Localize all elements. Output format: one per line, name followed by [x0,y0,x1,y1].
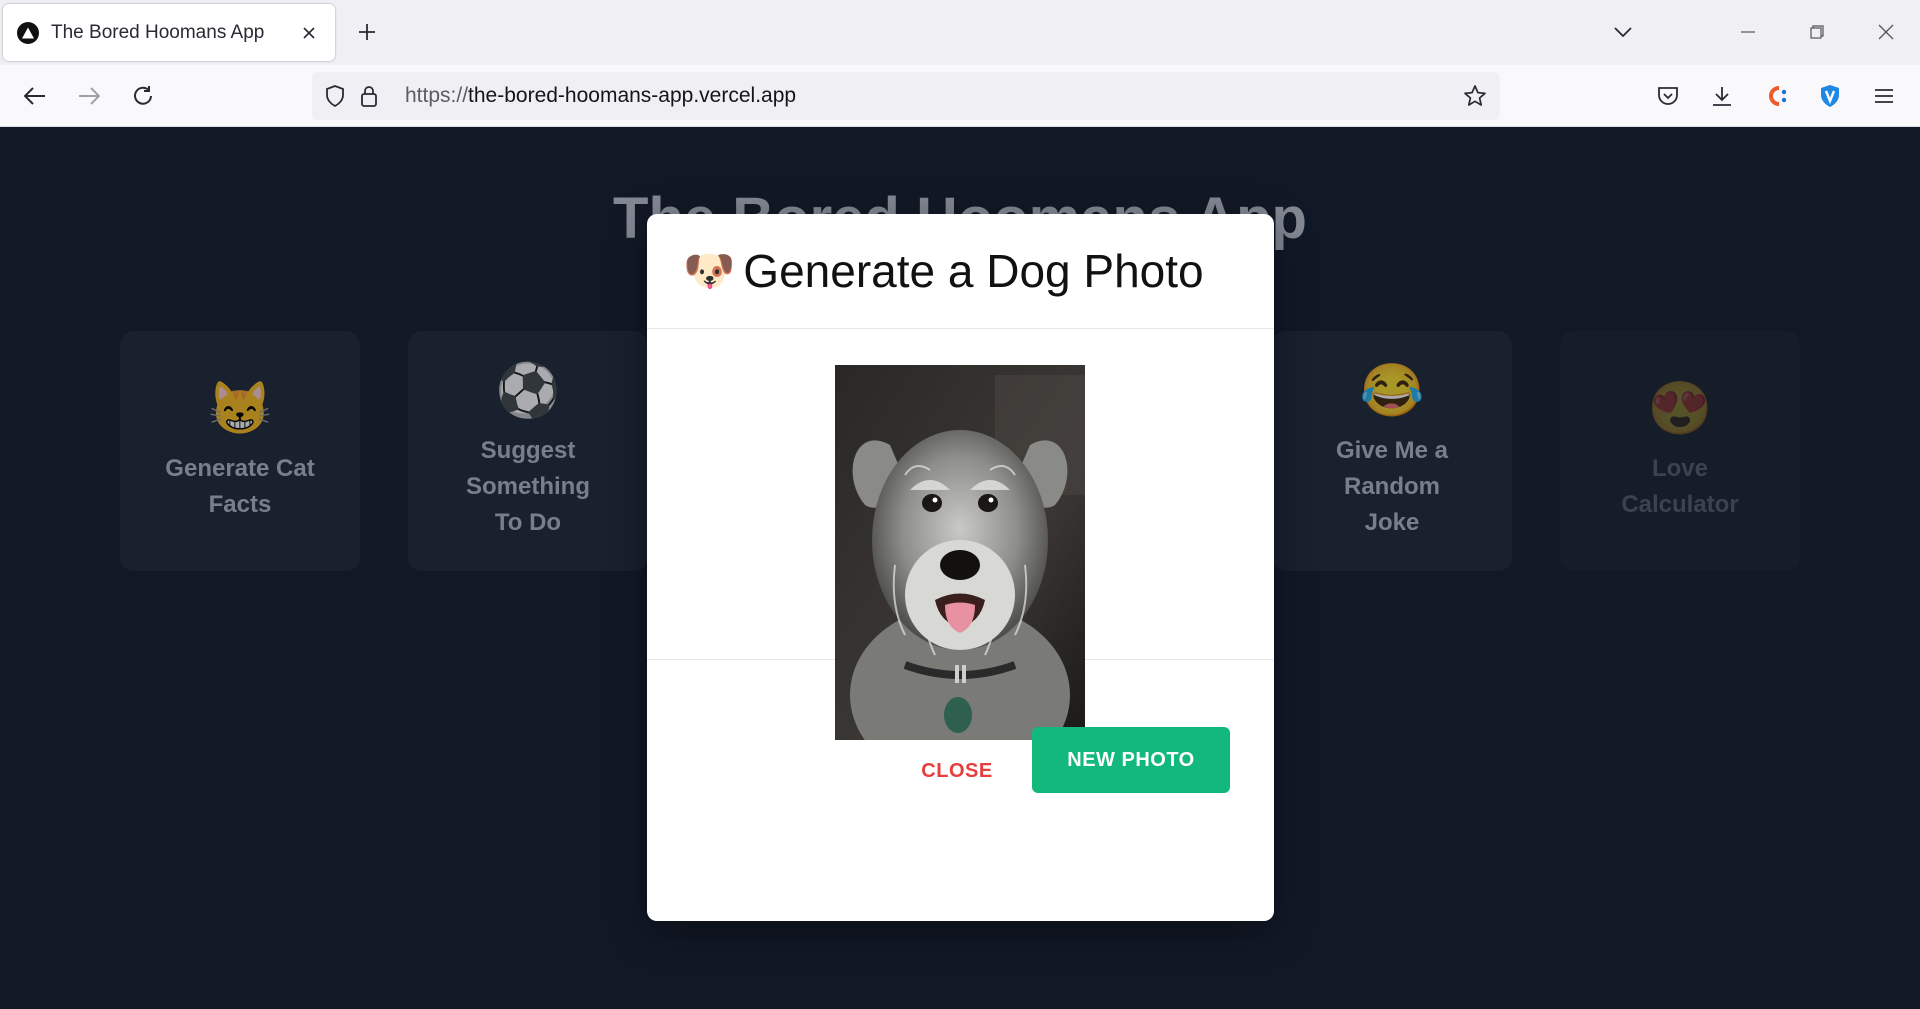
pocket-icon[interactable] [1649,77,1687,115]
list-all-tabs-chevron-icon[interactable] [1603,14,1643,50]
forward-arrow-icon[interactable] [70,77,108,115]
downloads-icon[interactable] [1703,77,1741,115]
browser-tab-bar: The Bored Hoomans App [0,0,1920,65]
modal-title: Generate a Dog Photo [743,245,1204,297]
close-button[interactable]: CLOSE [902,746,1012,796]
hamburger-menu-icon[interactable] [1865,77,1903,115]
bookmark-star-icon[interactable] [1462,83,1488,109]
modal-footer: CLOSE NEW PHOTO [647,661,1274,921]
vercel-favicon-icon [17,21,39,44]
vpn-shield-extension-icon[interactable] [1811,77,1849,115]
url-text[interactable]: https://the-bored-hoomans-app.vercel.app [405,84,796,108]
reload-icon[interactable] [124,77,162,115]
dog-photo-modal: 🐶 Generate a Dog Photo CLOSE NEW PHOTO [647,214,1274,921]
lock-icon[interactable] [356,83,382,109]
back-arrow-icon[interactable] [16,77,54,115]
restore-window-icon[interactable] [1797,14,1837,50]
dog-face-icon: 🐶 [683,246,736,294]
close-window-icon[interactable] [1866,14,1906,50]
modal-body [647,330,1274,740]
extension-c-icon[interactable] [1757,77,1795,115]
address-bar[interactable]: https://the-bored-hoomans-app.vercel.app [312,72,1500,120]
new-photo-button[interactable]: NEW PHOTO [1032,727,1230,793]
url-scheme: https:// [405,84,469,107]
close-tab-icon[interactable] [297,21,321,45]
url-host: the-bored-hoomans-app.vercel.app [468,84,797,107]
new-tab-plus-icon[interactable] [350,15,384,49]
modal-header: 🐶 Generate a Dog Photo [647,214,1274,329]
browser-tab[interactable]: The Bored Hoomans App [3,4,335,61]
tab-title: The Bored Hoomans App [51,21,265,43]
minimize-window-icon[interactable] [1728,14,1768,50]
browser-nav-bar: https://the-bored-hoomans-app.vercel.app [0,65,1920,127]
tracking-shield-icon[interactable] [322,83,348,109]
